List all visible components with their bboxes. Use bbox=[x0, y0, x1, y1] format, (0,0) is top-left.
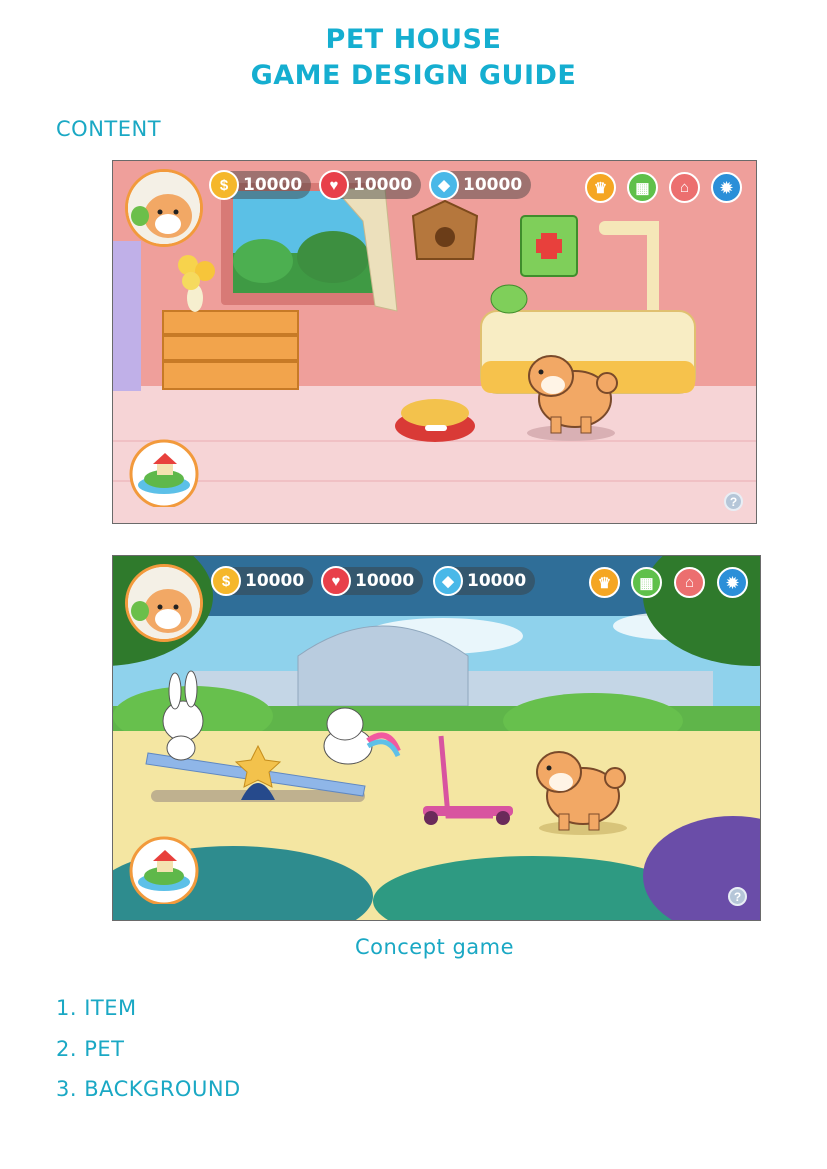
heart-value: 10000 bbox=[355, 571, 415, 591]
island-map-button[interactable] bbox=[125, 437, 203, 507]
coin-value: 10000 bbox=[243, 175, 303, 195]
player-avatar[interactable] bbox=[125, 564, 203, 642]
diamond-icon: ◆ bbox=[433, 566, 463, 596]
coin-icon: $ bbox=[211, 566, 241, 596]
gear-icon[interactable]: ✹ bbox=[711, 172, 742, 203]
figure-caption: Concept game bbox=[354, 935, 515, 959]
gem-counter: ◆ 10000 bbox=[429, 170, 531, 200]
toc-item-pet[interactable]: 2. PET bbox=[56, 1037, 241, 1078]
toc-item-background[interactable]: 3. BACKGROUND bbox=[56, 1077, 241, 1118]
page-title-line2: GAME DESIGN GUIDE bbox=[250, 60, 577, 91]
page-title-line1: PET HOUSE bbox=[325, 24, 502, 55]
diamond-icon: ◆ bbox=[429, 170, 459, 200]
calendar-icon[interactable]: ▦ bbox=[627, 172, 658, 203]
trophy-icon[interactable]: ♛ bbox=[585, 172, 616, 203]
gem-counter: ◆ 10000 bbox=[433, 566, 535, 596]
heart-icon: ♥ bbox=[319, 170, 349, 200]
help-icon[interactable]: ? bbox=[728, 887, 747, 906]
trophy-icon[interactable]: ♛ bbox=[589, 567, 620, 598]
game-screenshot-park: $ 10000 ♥ 10000 ◆ 10000 ♛ ▦ ⌂ ✹ ? bbox=[112, 555, 761, 921]
help-icon[interactable]: ? bbox=[724, 492, 743, 511]
gear-icon[interactable]: ✹ bbox=[717, 567, 748, 598]
toc-item-item[interactable]: 1. ITEM bbox=[56, 996, 241, 1037]
heart-icon: ♥ bbox=[321, 566, 351, 596]
heart-counter: ♥ 10000 bbox=[321, 566, 423, 596]
section-heading-content: CONTENT bbox=[56, 117, 162, 141]
coin-icon: $ bbox=[209, 170, 239, 200]
heart-counter: ♥ 10000 bbox=[319, 170, 421, 200]
shop-basket-icon[interactable]: ⌂ bbox=[669, 172, 700, 203]
calendar-icon[interactable]: ▦ bbox=[631, 567, 662, 598]
game-screenshot-room: $ 10000 ♥ 10000 ◆ 10000 ♛ ▦ ⌂ ✹ ? bbox=[112, 160, 757, 524]
island-map-button[interactable] bbox=[125, 834, 203, 904]
gem-value: 10000 bbox=[467, 571, 527, 591]
room-scene bbox=[113, 161, 756, 523]
coin-counter: $ 10000 bbox=[209, 170, 311, 200]
shop-basket-icon[interactable]: ⌂ bbox=[674, 567, 705, 598]
player-avatar[interactable] bbox=[125, 169, 203, 247]
coin-value: 10000 bbox=[245, 571, 305, 591]
gem-value: 10000 bbox=[463, 175, 523, 195]
heart-value: 10000 bbox=[353, 175, 413, 195]
park-scene bbox=[113, 556, 760, 920]
coin-counter: $ 10000 bbox=[211, 566, 313, 596]
table-of-contents: 1. ITEM 2. PET 3. BACKGROUND bbox=[56, 996, 241, 1118]
